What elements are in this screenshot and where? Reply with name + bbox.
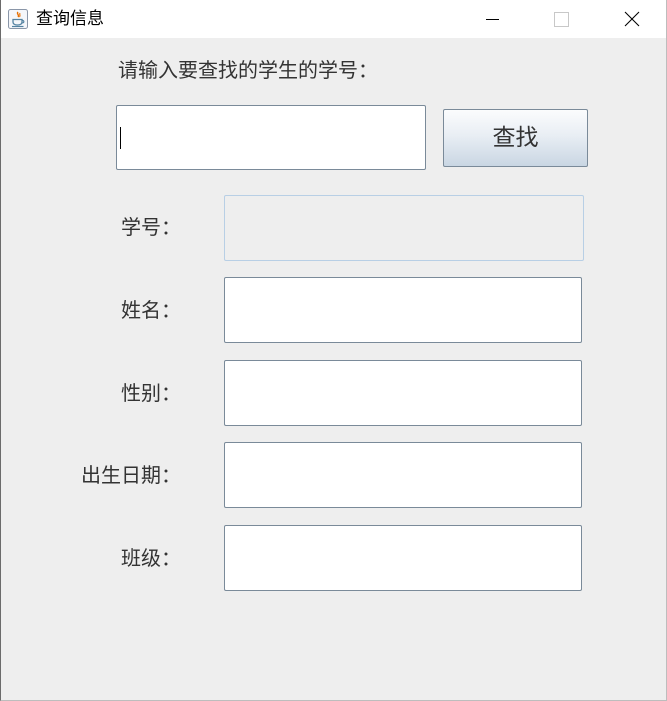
maximize-button[interactable] [538,0,584,38]
java-app-icon [8,9,28,29]
class-label: 班级： [121,546,181,570]
search-prompt-label: 请输入要查找的学生的学号： [118,58,378,82]
close-button[interactable] [608,0,654,38]
birth-date-label: 出生日期： [81,463,181,487]
query-info-window: 查询信息 请输入要查找的学生的学号： 查找 学号： 姓名： 性别： 出生日期： … [0,0,667,701]
student-id-field [224,195,584,261]
form-panel: 请输入要查找的学生的学号： 查找 学号： 姓名： 性别： 出生日期： 班级： [1,38,666,700]
text-caret [120,127,121,149]
close-icon [624,11,640,27]
gender-field[interactable] [224,360,582,426]
student-id-search-input[interactable] [116,105,426,170]
class-field[interactable] [224,525,582,591]
name-label: 姓名： [121,298,181,322]
gender-label: 性别： [121,381,181,405]
maximize-icon [554,12,569,27]
name-field[interactable] [224,277,582,343]
minimize-button[interactable] [469,0,515,38]
window-title: 查询信息 [36,9,104,29]
minimize-icon [486,19,499,20]
student-id-label: 学号： [121,215,181,239]
title-bar[interactable]: 查询信息 [1,0,666,38]
birth-date-field[interactable] [224,442,582,508]
search-button[interactable]: 查找 [443,109,588,167]
